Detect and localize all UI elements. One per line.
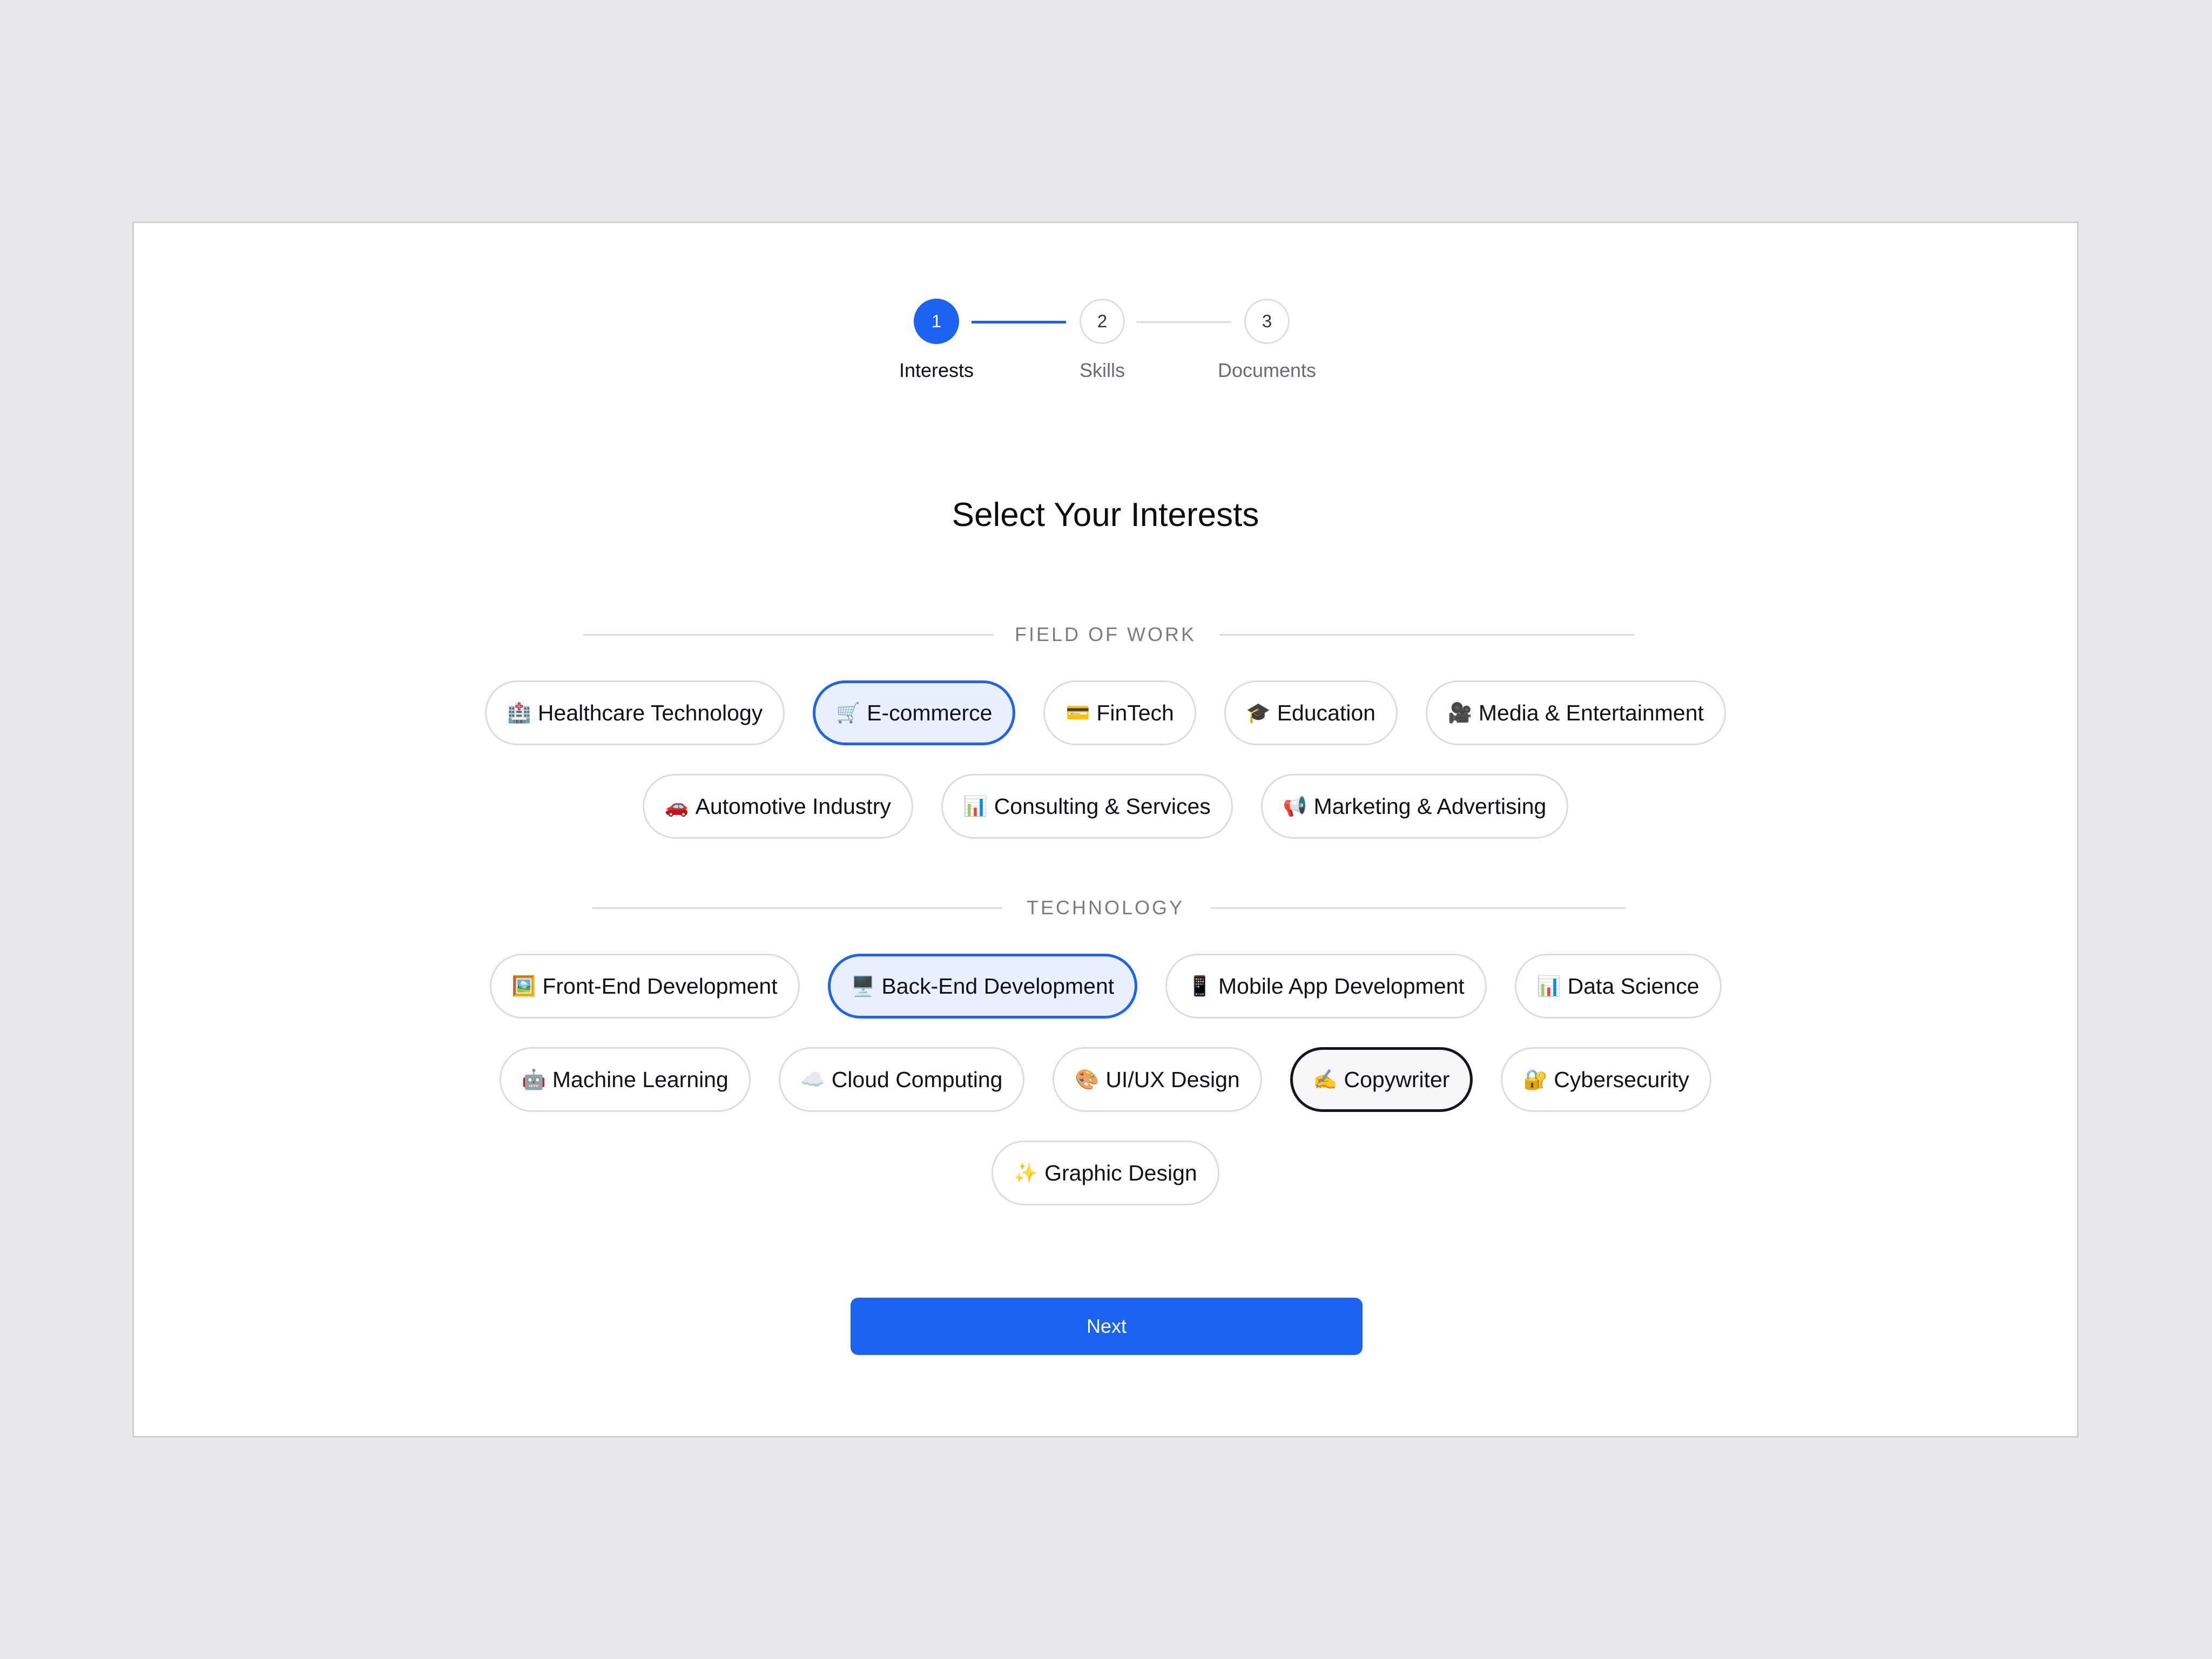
interest-chip[interactable]: ✨ Graphic Design xyxy=(992,1141,1219,1205)
robot-icon: 🤖 xyxy=(522,1068,546,1090)
car-icon: 🚗 xyxy=(664,795,689,817)
chip-label: Healthcare Technology xyxy=(537,700,763,725)
movie-camera-icon: 🎥 xyxy=(1448,702,1472,724)
interest-chip[interactable]: 🔐 Cybersecurity xyxy=(1501,1047,1711,1112)
interest-chip[interactable]: 🎓 Education xyxy=(1224,680,1398,745)
chip-label: UI/UX Design xyxy=(1105,1067,1240,1092)
chip-label: Graphic Design xyxy=(1044,1160,1197,1185)
hospital-icon: 🏥 xyxy=(507,702,531,724)
shopping-cart-icon: 🛒 xyxy=(836,702,861,724)
graduation-cap-icon: 🎓 xyxy=(1246,702,1271,724)
interest-chip[interactable]: 📊 Data Science xyxy=(1514,954,1722,1019)
interest-chip[interactable]: 🏥 Healthcare Technology xyxy=(485,680,785,745)
chip-label: Front-End Development xyxy=(542,973,778,999)
chip-label: Media & Entertainment xyxy=(1478,700,1704,725)
chip-label: Copywriter xyxy=(1344,1067,1450,1092)
chip-label: Mobile App Development xyxy=(1218,973,1465,999)
interest-chip[interactable]: 🤖 Machine Learning xyxy=(500,1047,751,1112)
lock-with-key-icon: 🔐 xyxy=(1523,1068,1548,1090)
megaphone-icon: 📢 xyxy=(1283,795,1307,817)
chip-label: Cybersecurity xyxy=(1554,1067,1689,1092)
interest-chip[interactable]: 🖼️ Front-End Development xyxy=(489,954,800,1019)
step-documents[interactable]: 3 Documents xyxy=(1186,299,1348,382)
interest-chip[interactable]: 🛒 E-commerce xyxy=(813,680,1016,745)
chip-row: 🖼️ Front-End Development 🖥️ Back-End Develo… xyxy=(134,954,2077,1019)
section-header-technology: TECHNOLOGY xyxy=(134,897,2077,919)
cloud-icon: ☁️ xyxy=(800,1068,825,1090)
framed-picture-icon: 🖼️ xyxy=(511,975,536,997)
chip-label: Back-End Development xyxy=(881,973,1115,999)
chip-label: FinTech xyxy=(1096,700,1174,725)
interest-chip[interactable]: 📱 Mobile App Development xyxy=(1165,954,1487,1019)
step-number-badge: 1 xyxy=(914,299,959,344)
bar-chart-icon: 📊 xyxy=(963,795,988,817)
credit-card-icon: 💳 xyxy=(1065,702,1090,724)
next-button[interactable]: Next xyxy=(851,1298,1363,1355)
palette-icon: 🎨 xyxy=(1075,1068,1100,1090)
section-header-field-of-work: FIELD OF WORK xyxy=(134,624,2077,645)
section-label: FIELD OF WORK xyxy=(1014,623,1196,645)
desktop-computer-icon: 🖥️ xyxy=(851,975,875,997)
step-number-badge: 3 xyxy=(1244,299,1290,344)
chip-row: ✨ Graphic Design xyxy=(134,1141,2077,1205)
interests-card: 1 Interests 2 Skills 3 Documents Select … xyxy=(132,221,2079,1438)
divider-right xyxy=(1211,907,1626,909)
chip-label: Machine Learning xyxy=(552,1067,729,1092)
chip-row: 🚗 Automotive Industry 📊 Consulting & Servic… xyxy=(134,774,2077,839)
interest-chip[interactable]: 🎥 Media & Entertainment xyxy=(1426,680,1726,745)
chip-row: 🏥 Healthcare Technology 🛒 E-commerce 💳 FinTec… xyxy=(134,680,2077,745)
step-interests[interactable]: 1 Interests xyxy=(855,299,1017,382)
interest-chip[interactable]: 📊 Consulting & Services xyxy=(941,774,1233,839)
interest-chip[interactable]: 🚗 Automotive Industry xyxy=(642,774,913,839)
sparkles-icon: ✨ xyxy=(1014,1162,1038,1184)
chip-label: Automotive Industry xyxy=(695,793,891,819)
chip-label: Education xyxy=(1277,700,1376,725)
section-label: TECHNOLOGY xyxy=(1026,896,1185,919)
divider-right xyxy=(1219,634,1634,636)
step-label: Documents xyxy=(1217,359,1317,381)
interest-chip[interactable]: ☁️ Cloud Computing xyxy=(778,1047,1025,1112)
interest-chip[interactable]: ✍️ Copywriter xyxy=(1290,1047,1473,1112)
step-label: Skills xyxy=(1079,359,1125,381)
step-number-badge: 2 xyxy=(1080,299,1125,344)
step-skills[interactable]: 2 Skills xyxy=(1021,299,1183,382)
mobile-phone-icon: 📱 xyxy=(1188,975,1212,997)
chip-label: Cloud Computing xyxy=(831,1067,1003,1092)
bar-chart-icon: 📊 xyxy=(1536,975,1561,997)
interest-chip[interactable]: 🖥️ Back-End Development xyxy=(827,954,1138,1019)
chip-label: Consulting & Services xyxy=(994,793,1211,819)
chip-row: 🤖 Machine Learning ☁️ Cloud Computing 🎨 UI/UX… xyxy=(134,1047,2077,1112)
interest-chip[interactable]: 📢 Marketing & Advertising xyxy=(1260,774,1569,839)
page-title: Select Your Interests xyxy=(952,496,1259,534)
interest-chip[interactable]: 🎨 UI/UX Design xyxy=(1053,1047,1262,1112)
interest-chip[interactable]: 💳 FinTech xyxy=(1043,680,1196,745)
chip-label: Data Science xyxy=(1567,973,1700,999)
writing-hand-icon: ✍️ xyxy=(1313,1068,1338,1090)
chip-label: E-commerce xyxy=(867,700,993,725)
chip-label: Marketing & Advertising xyxy=(1313,793,1547,819)
step-label: Interests xyxy=(899,359,974,381)
